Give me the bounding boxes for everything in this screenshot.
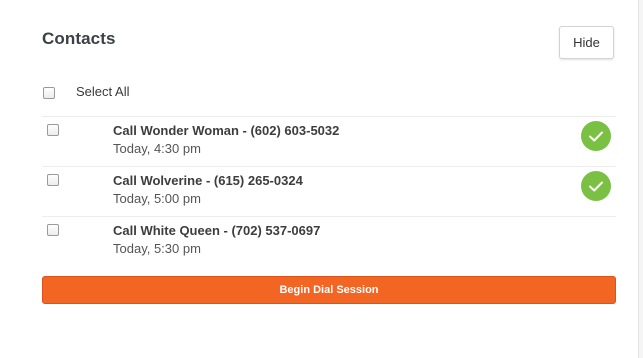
check-icon bbox=[581, 171, 611, 201]
hide-button[interactable]: Hide bbox=[559, 26, 614, 59]
panel-title: Contacts bbox=[42, 29, 116, 48]
contact-checkbox[interactable] bbox=[47, 224, 59, 236]
select-all-label: Select All bbox=[76, 84, 130, 99]
contact-title[interactable]: Call Wolverine - (615) 265-0324 bbox=[113, 173, 303, 188]
contact-time: Today, 4:30 pm bbox=[113, 141, 201, 156]
contact-checkbox[interactable] bbox=[47, 174, 59, 186]
contact-title[interactable]: Call White Queen - (702) 537-0697 bbox=[113, 223, 320, 238]
page-gutter bbox=[639, 0, 643, 358]
divider bbox=[42, 216, 616, 217]
contact-checkbox[interactable] bbox=[47, 124, 59, 136]
contact-time: Today, 5:00 pm bbox=[113, 191, 201, 206]
contact-title[interactable]: Call Wonder Woman - (602) 603-5032 bbox=[113, 123, 339, 138]
divider bbox=[42, 166, 616, 167]
select-all-checkbox[interactable] bbox=[43, 87, 55, 99]
contact-time: Today, 5:30 pm bbox=[113, 241, 201, 256]
divider bbox=[42, 116, 616, 117]
contacts-panel: Contacts Hide Select All Call Wonder Wom… bbox=[0, 0, 638, 358]
begin-dial-session-button[interactable]: Begin Dial Session bbox=[42, 276, 616, 304]
check-icon bbox=[581, 121, 611, 151]
